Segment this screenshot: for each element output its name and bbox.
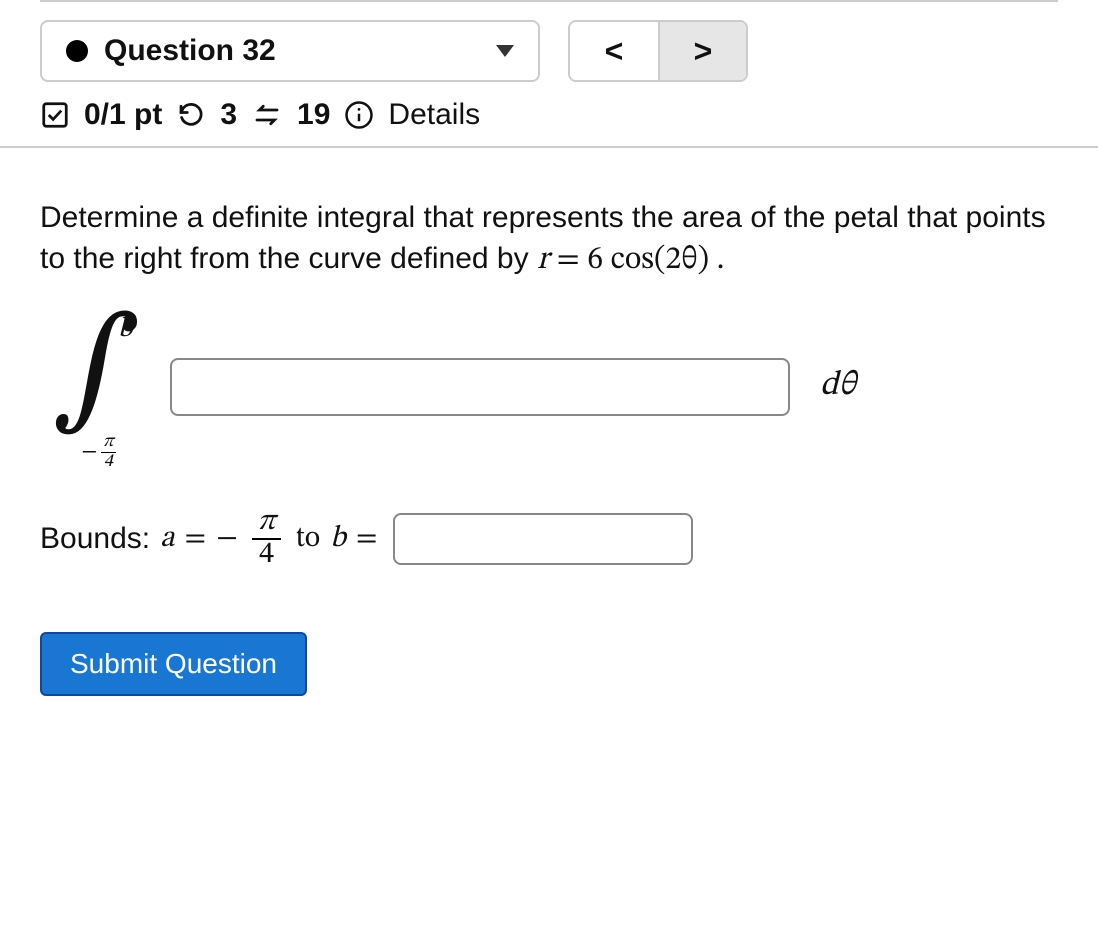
a-frac-num: π (252, 507, 282, 541)
checkbox-icon (40, 100, 70, 130)
cycle-icon (251, 100, 283, 130)
b-var: b (330, 524, 346, 554)
integral-lower-bound: − π 4 (80, 433, 116, 472)
chevron-left-icon: < (605, 33, 624, 70)
submit-question-button[interactable]: Submit Question (40, 632, 307, 696)
equation-eq: = (549, 244, 587, 276)
tries-remaining: 19 (297, 98, 330, 132)
a-var: a (160, 524, 174, 554)
details-link[interactable]: Details (388, 98, 480, 132)
info-icon (344, 100, 374, 130)
differential: dθ (820, 365, 856, 408)
upper-bound-input[interactable] (393, 513, 693, 565)
a-frac-den: 4 (252, 540, 282, 572)
next-question-button[interactable]: > (658, 22, 746, 80)
prev-question-button[interactable]: < (570, 22, 658, 80)
integrand-input[interactable] (170, 358, 790, 416)
question-nav: < > (568, 20, 748, 82)
eq2: = (356, 520, 378, 558)
question-label: Question 32 (104, 34, 276, 68)
bounds-row: Bounds: a = − π 4 to b = (40, 507, 1058, 572)
retry-icon (176, 100, 206, 130)
eq1: = (185, 520, 207, 558)
integral-symbol: ∫ b − π 4 (40, 322, 150, 452)
integral-upper-bound: b (118, 312, 133, 347)
to-label: to (295, 520, 320, 558)
chevron-down-icon (496, 45, 514, 57)
question-status-bullet (66, 40, 88, 62)
chevron-right-icon: > (694, 33, 713, 70)
lower-den: 4 (101, 453, 116, 472)
question-selector-dropdown[interactable]: Question 32 (40, 20, 540, 82)
equation-rhs: 6 cos(2θ) (587, 244, 709, 276)
bounds-label: Bounds: (40, 522, 150, 556)
attempts-count: 3 (220, 98, 237, 132)
lower-minus: − (80, 442, 96, 464)
question-prompt: Determine a definite integral that repre… (40, 198, 1058, 282)
minus: − (216, 520, 238, 558)
score-text: 0/1 pt (84, 98, 162, 132)
lower-num: π (101, 433, 116, 453)
equation-period: . (709, 244, 724, 276)
equation-lhs: r (537, 244, 549, 276)
